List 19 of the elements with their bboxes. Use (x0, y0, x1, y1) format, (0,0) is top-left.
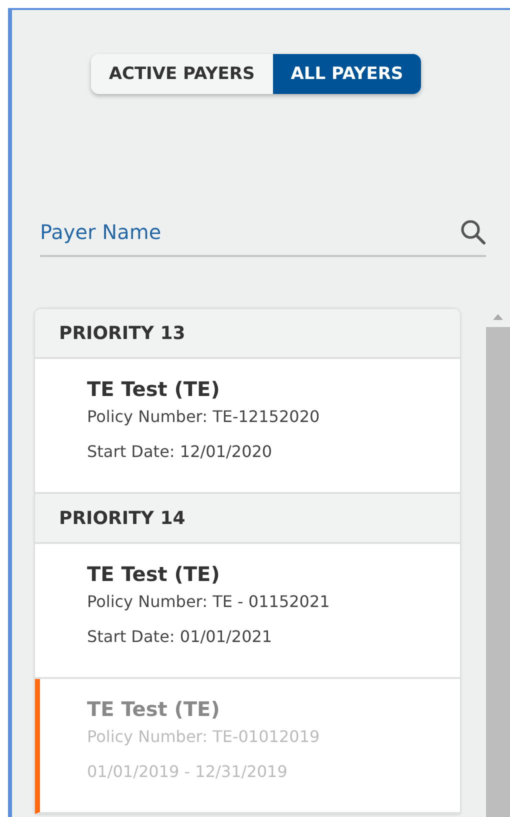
scroll-up-icon[interactable] (492, 313, 504, 321)
priority-header: PRIORITY 13 (35, 309, 460, 359)
payer-item[interactable]: TE Test (TE) Policy Number: TE - 01152021 Start Date: 01/01/2021 (35, 544, 460, 679)
filter-tab[interactable]: ALL PAYERS (272, 54, 422, 94)
search-icon[interactable] (460, 219, 486, 245)
filter-tab[interactable]: ACTIVE PAYERS (90, 54, 273, 94)
payer-item[interactable]: TE Test (TE) Policy Number: TE-01012019 01/01/2019 - 12/31/2019 (35, 679, 460, 814)
policy-number: Policy Number: TE-01012019 (87, 727, 321, 746)
payer-date: Start Date: 12/01/2020 (87, 442, 274, 461)
payer-date: Start Date: 01/01/2021 (87, 627, 274, 646)
policy-number: Policy Number: TE - 01152021 (87, 592, 331, 611)
payer-name: TE Test (TE) (87, 377, 221, 401)
payer-date: 01/01/2019 - 12/31/2019 (87, 762, 288, 781)
payer-name: TE Test (TE) (87, 562, 221, 586)
priority-header: PRIORITY 14 (35, 494, 460, 544)
scrollbar-thumb[interactable] (486, 327, 510, 817)
policy-number: Policy Number: TE-12152020 (87, 407, 321, 426)
payer-name: TE Test (TE) (87, 697, 221, 721)
search-field[interactable]: Payer Name (40, 220, 460, 244)
